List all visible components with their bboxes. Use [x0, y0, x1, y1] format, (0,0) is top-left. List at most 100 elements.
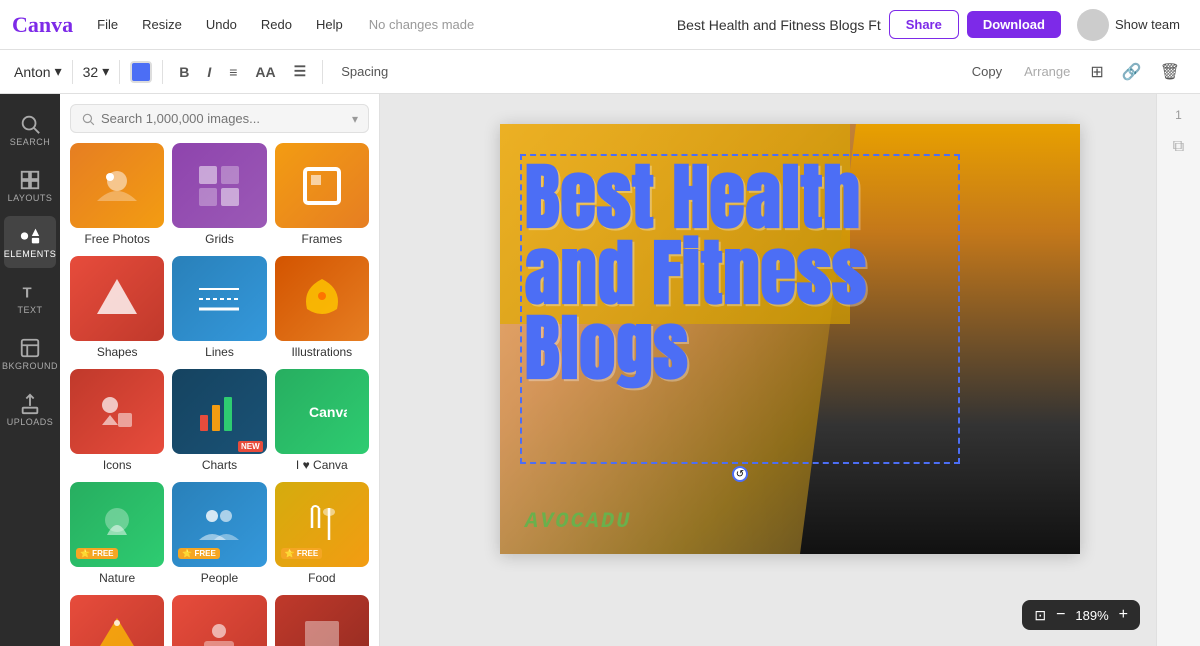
element-thumb-illustrations	[275, 256, 369, 341]
right-panel: 1 ⧉	[1156, 94, 1200, 646]
search-bar[interactable]: ▾	[70, 104, 369, 133]
avatar	[1077, 9, 1109, 41]
element-card-icons[interactable]: Icons	[70, 369, 164, 474]
delete-icon[interactable]: 🗑	[1154, 58, 1186, 86]
element-card-grids[interactable]: Grids	[172, 143, 266, 248]
element-thumb-row3c	[275, 595, 369, 646]
sidebar-item-text[interactable]: T TEXT	[4, 272, 56, 324]
divider3	[162, 60, 163, 84]
element-card-row3b[interactable]: ⭐ FREE	[172, 595, 266, 646]
divider2	[119, 60, 120, 84]
element-card-row3a[interactable]: ⭐ FREE	[70, 595, 164, 646]
element-card-food[interactable]: ⭐ FREE Food	[275, 482, 369, 587]
show-team-button[interactable]: Show team	[1069, 5, 1188, 45]
canvas-page: ↺ Best Health and Fitness Blogs AVOCADU	[500, 124, 1080, 554]
undo-button[interactable]: Undo	[198, 13, 245, 36]
share-button[interactable]: Share	[889, 10, 959, 39]
list-button[interactable]: ☰	[288, 59, 313, 84]
element-card-nature[interactable]: ⭐ FREE Nature	[70, 482, 164, 587]
sidebar-item-uploads[interactable]: UPLOADS	[4, 384, 56, 436]
element-thumb-icons	[70, 369, 164, 454]
svg-text:Canva: Canva	[309, 404, 347, 420]
element-card-lines[interactable]: Lines	[172, 256, 266, 361]
link-icon[interactable]: 🔗	[1116, 58, 1148, 86]
free-badge-nature: ⭐ FREE	[76, 548, 118, 559]
arrange-button[interactable]: Arrange	[1016, 60, 1078, 83]
element-thumb-icanva: Canva	[275, 369, 369, 454]
divider4	[322, 60, 323, 84]
fit-screen-button[interactable]: ⊡	[1034, 607, 1046, 624]
spacing-button[interactable]: Spacing	[333, 60, 396, 83]
element-label-grids: Grids	[205, 228, 234, 248]
left-sidebar: SEARCH LAYOUTS ELEMENTS T TEXT BKGROUND …	[0, 94, 60, 646]
element-label-illustrations: Illustrations	[291, 341, 352, 361]
document-title[interactable]: Best Health and Fitness Blogs Ft	[677, 17, 881, 33]
redo-button[interactable]: Redo	[253, 13, 300, 36]
elements-grid-section: Free Photos Grids Frames	[60, 143, 379, 646]
format-bar: Anton ▾ 32 ▾ B I ≡ AA ☰ Spacing Copy Arr…	[0, 50, 1200, 94]
color-picker[interactable]	[130, 61, 152, 83]
file-menu[interactable]: File	[89, 13, 126, 36]
main-area: SEARCH LAYOUTS ELEMENTS T TEXT BKGROUND …	[0, 94, 1200, 646]
aa-button[interactable]: AA	[249, 60, 281, 84]
svg-text:T: T	[23, 286, 32, 302]
download-button[interactable]: Download	[967, 11, 1061, 38]
canva-logo: Canva	[12, 12, 73, 38]
font-size-selector[interactable]: 32 ▾	[83, 63, 110, 80]
font-family-selector[interactable]: Anton ▾	[14, 63, 62, 80]
save-status: No changes made	[369, 17, 659, 32]
element-label-icons: Icons	[103, 454, 132, 474]
sidebar-item-elements[interactable]: ELEMENTS	[4, 216, 56, 268]
page-number: 1	[1175, 108, 1182, 122]
zoom-level: 189%	[1075, 608, 1108, 623]
canvas-area[interactable]: ↺ Best Health and Fitness Blogs AVOCADU …	[380, 94, 1200, 646]
align-button[interactable]: ≡	[223, 60, 243, 84]
element-card-icanva[interactable]: Canva I ♥ Canva	[275, 369, 369, 474]
element-label-charts: Charts	[202, 454, 237, 474]
divider1	[72, 60, 73, 84]
rotate-handle[interactable]: ↺	[732, 466, 748, 482]
elements-grid: Free Photos Grids Frames	[70, 143, 369, 646]
copy-button[interactable]: Copy	[964, 60, 1010, 83]
element-label-shapes: Shapes	[97, 341, 138, 361]
element-card-row3c[interactable]: ⭐ FREE	[275, 595, 369, 646]
element-label-food: Food	[308, 567, 335, 587]
elements-panel: ▾ Free Photos Grids	[60, 94, 380, 646]
element-card-charts[interactable]: NEW Charts	[172, 369, 266, 474]
element-thumb-grids	[172, 143, 266, 228]
element-label-lines: Lines	[205, 341, 234, 361]
element-label-frames: Frames	[301, 228, 342, 248]
search-input[interactable]	[101, 111, 346, 126]
grid-icon[interactable]: ⊞	[1084, 58, 1109, 86]
free-badge-food: ⭐ FREE	[281, 548, 323, 559]
zoom-out-button[interactable]: −	[1056, 606, 1065, 624]
help-menu[interactable]: Help	[308, 13, 351, 36]
element-card-free-photos[interactable]: Free Photos	[70, 143, 164, 248]
element-label-nature: Nature	[99, 567, 135, 587]
sidebar-item-layouts[interactable]: LAYOUTS	[4, 160, 56, 212]
sidebar-item-search[interactable]: SEARCH	[4, 104, 56, 156]
free-badge-people: ⭐ FREE	[178, 548, 220, 559]
element-card-frames[interactable]: Frames	[275, 143, 369, 248]
headline-text[interactable]: Best Health and Fitness Blogs	[525, 159, 935, 386]
element-thumb-shapes	[70, 256, 164, 341]
element-card-shapes[interactable]: Shapes	[70, 256, 164, 361]
zoom-in-button[interactable]: +	[1119, 606, 1128, 624]
search-icon	[81, 112, 95, 126]
element-thumb-lines	[172, 256, 266, 341]
zoom-bar: ⊡ − 189% +	[1022, 600, 1140, 630]
bold-button[interactable]: B	[173, 60, 195, 84]
branding-text[interactable]: AVOCADU	[525, 509, 631, 534]
element-card-illustrations[interactable]: Illustrations	[275, 256, 369, 361]
copy-page-icon[interactable]: ⧉	[1173, 138, 1184, 156]
element-card-people[interactable]: ⭐ FREE People	[172, 482, 266, 587]
italic-button[interactable]: I	[201, 60, 217, 84]
element-thumb-frames	[275, 143, 369, 228]
sidebar-item-background[interactable]: BKGROUND	[4, 328, 56, 380]
top-bar: Canva File Resize Undo Redo Help No chan…	[0, 0, 1200, 50]
element-thumb-free-photos	[70, 143, 164, 228]
element-label-free-photos: Free Photos	[84, 228, 149, 248]
element-label-people: People	[201, 567, 238, 587]
resize-menu[interactable]: Resize	[134, 13, 190, 36]
element-thumb-row3b	[172, 595, 266, 646]
